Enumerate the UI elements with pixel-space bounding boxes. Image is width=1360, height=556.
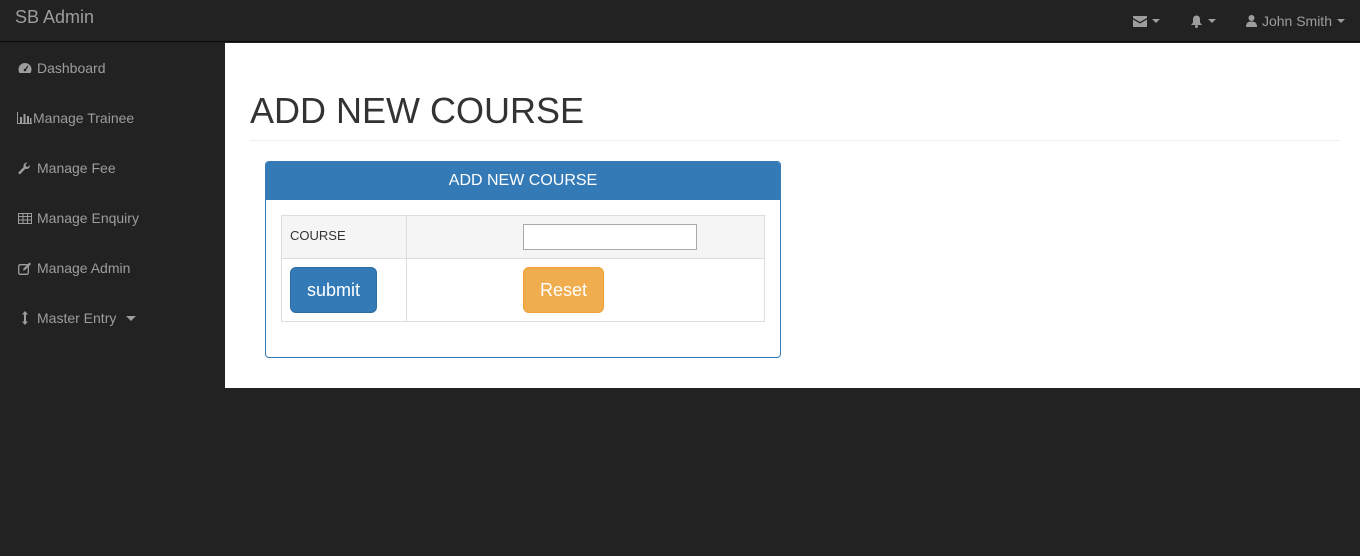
- sidebar-item-label: Master Entry: [37, 310, 117, 326]
- caret-down-icon: [1207, 19, 1216, 23]
- bar-chart-icon: [17, 111, 32, 125]
- course-form-table: COURSE submit Reset: [281, 215, 765, 322]
- vertical-arrows-icon: [17, 311, 32, 325]
- course-input[interactable]: [523, 224, 697, 250]
- caret-down-icon: [1337, 19, 1345, 23]
- sidebar-item-manage-enquiry[interactable]: Manage Enquiry: [0, 193, 225, 243]
- submit-cell: submit: [281, 258, 407, 322]
- sidebar-item-label: Manage Enquiry: [37, 210, 139, 226]
- top-navbar: SB Admin John Smith: [0, 0, 1360, 42]
- user-name: John Smith: [1261, 13, 1332, 29]
- sidebar-item-manage-fee[interactable]: Manage Fee: [0, 143, 225, 193]
- envelope-icon: [1132, 15, 1147, 27]
- panel-heading: ADD NEW COURSE: [266, 162, 780, 200]
- wrench-icon: [17, 161, 32, 175]
- course-label: COURSE: [290, 228, 346, 243]
- sidebar-item-label: Dashboard: [37, 60, 106, 76]
- submit-button[interactable]: submit: [290, 267, 377, 313]
- page-title: ADD NEW COURSE: [250, 90, 585, 131]
- user-dropdown[interactable]: John Smith: [1231, 3, 1360, 39]
- title-divider: [250, 140, 1340, 141]
- brand-link[interactable]: SB Admin: [15, 7, 94, 27]
- sidebar-item-master-entry[interactable]: Master Entry: [0, 293, 225, 343]
- reset-button[interactable]: Reset: [523, 267, 604, 313]
- course-label-cell: COURSE: [281, 215, 407, 259]
- alerts-dropdown[interactable]: [1175, 3, 1231, 39]
- add-course-panel: ADD NEW COURSE COURSE submit Reset: [265, 161, 781, 358]
- bell-icon: [1190, 15, 1203, 28]
- user-icon: [1245, 15, 1257, 27]
- sidebar-item-manage-admin[interactable]: Manage Admin: [0, 243, 225, 293]
- page-wrapper: ADD NEW COURSE ADD NEW COURSE COURSE sub…: [225, 43, 1360, 388]
- caret-down-icon: [1151, 19, 1160, 23]
- sidebar: Dashboard Manage Trainee Manage Fee Mana…: [0, 43, 225, 556]
- caret-down-icon: [126, 315, 137, 321]
- sidebar-item-label: Manage Trainee: [33, 110, 135, 126]
- table-icon: [17, 211, 32, 225]
- sidebar-item-manage-trainee[interactable]: Manage Trainee: [0, 93, 225, 143]
- sidebar-item-dashboard[interactable]: Dashboard: [0, 43, 225, 93]
- table-row: submit Reset: [281, 258, 765, 322]
- table-row: COURSE: [281, 215, 765, 259]
- sidebar-item-label: Manage Fee: [37, 160, 116, 176]
- sidebar-item-label: Manage Admin: [37, 260, 131, 276]
- course-input-cell: [406, 215, 765, 259]
- edit-icon: [17, 261, 32, 275]
- dashboard-icon: [17, 61, 32, 75]
- messages-dropdown[interactable]: [1118, 3, 1175, 39]
- top-nav-right: John Smith: [1118, 0, 1360, 42]
- reset-cell: Reset: [406, 258, 765, 322]
